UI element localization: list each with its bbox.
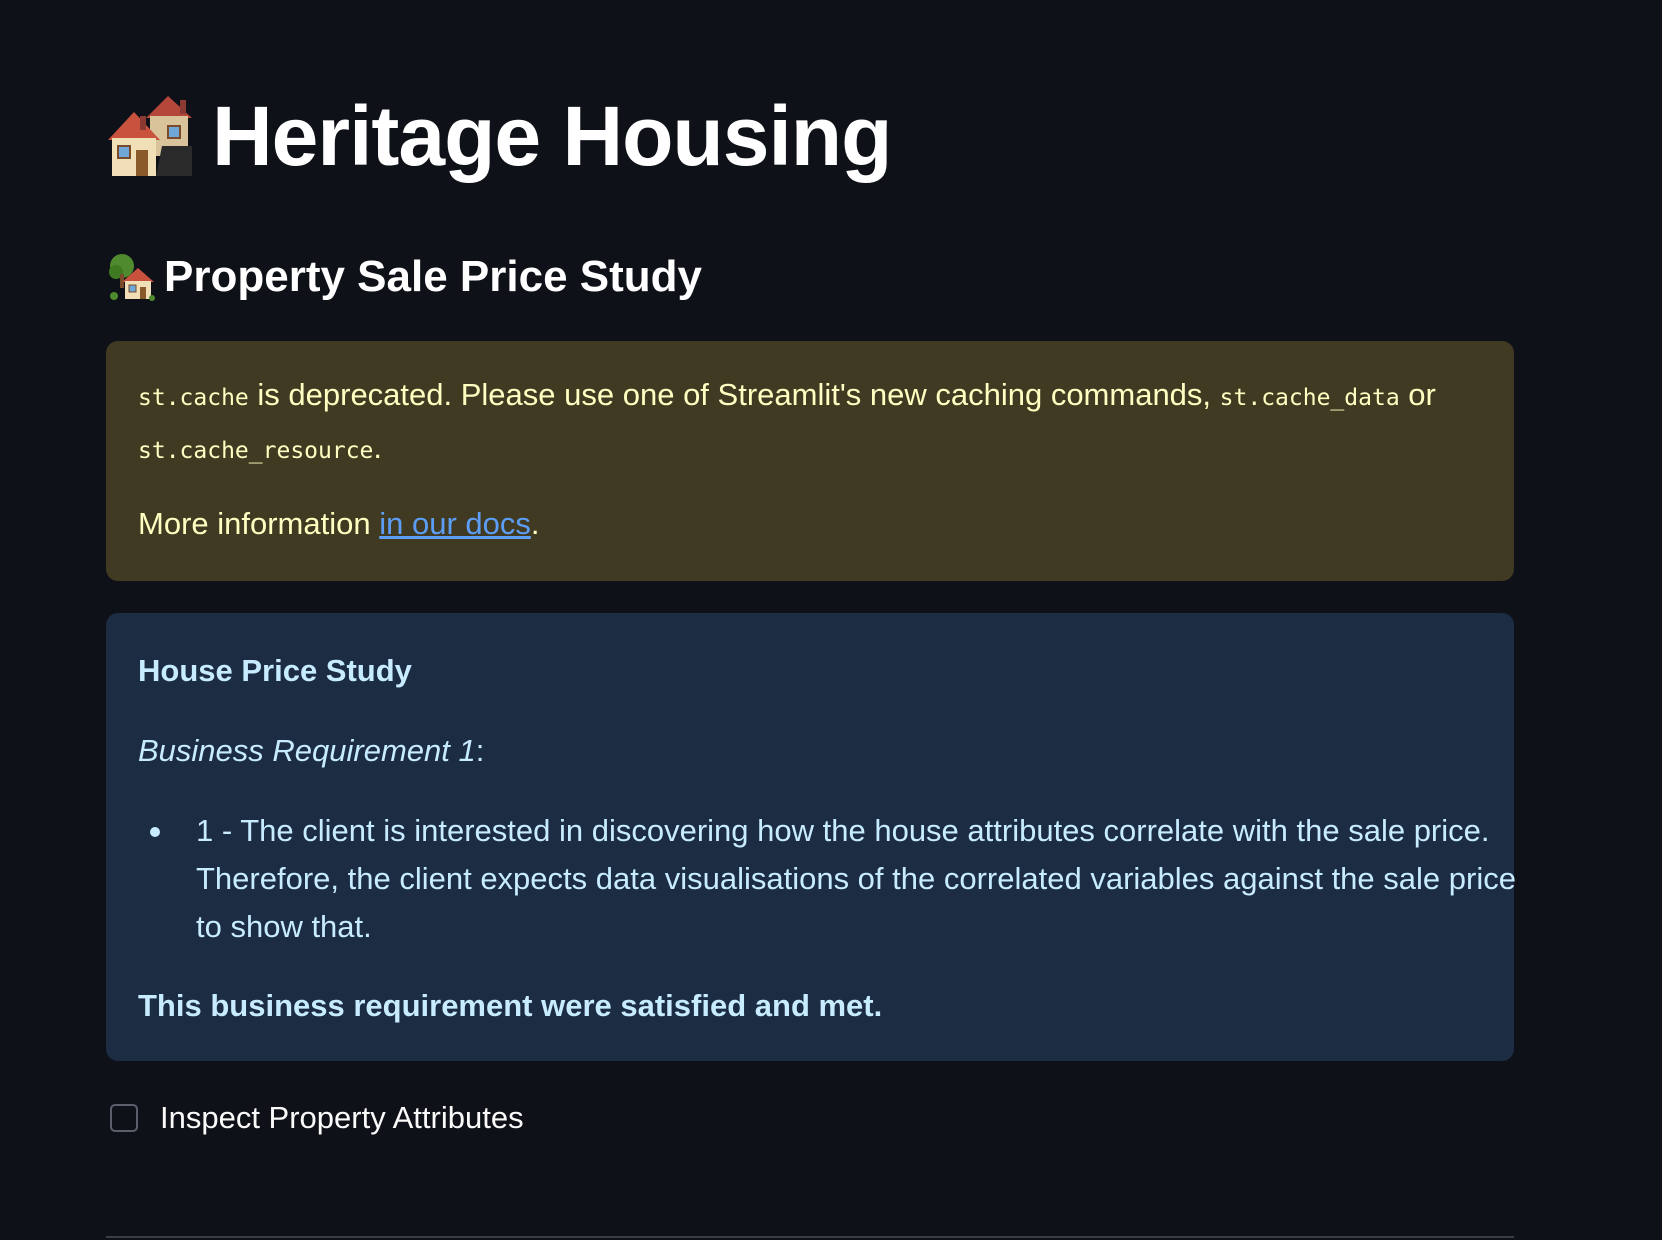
code-st-cache-data: st.cache_data <box>1219 385 1400 411</box>
info-heading: House Price Study <box>138 653 412 688</box>
business-requirement-label: Business Requirement 1: <box>138 727 484 775</box>
requirement-label-text: Business Requirement 1 <box>138 733 476 768</box>
page-title-text: Heritage Housing <box>212 89 892 183</box>
house-with-garden-icon <box>109 254 155 301</box>
bullet-line-1: 1 - The client is interested in discover… <box>196 813 1490 848</box>
more-info-text: More information <box>138 506 380 541</box>
deprecation-warning-alert: st.cache is deprecated. Please use one o… <box>106 341 1514 581</box>
checkbox-label: Inspect Property Attributes <box>160 1100 524 1135</box>
warning-line-2: st.cache_resource. <box>138 429 382 466</box>
docs-link[interactable]: in our docs <box>379 506 531 541</box>
houses-icon <box>108 96 192 176</box>
warning-text-period: . <box>373 430 383 465</box>
bullet-line-2: Therefore, the client expects data visua… <box>196 861 1516 896</box>
page-subtitle-text: Property Sale Price Study <box>164 252 702 301</box>
streamlit-app: Heritage Housing Property Sale Price Stu… <box>0 0 1662 1240</box>
warning-more-info: More information in our docs. <box>138 505 539 542</box>
requirement-status: This business requirement were satisfied… <box>138 988 883 1023</box>
business-requirement-info-alert: House Price Study Business Requirement 1… <box>106 613 1516 1061</box>
checkbox-box[interactable] <box>110 1104 138 1132</box>
warning-text-or: or <box>1399 377 1436 412</box>
page-title: Heritage Housing <box>106 89 892 183</box>
page-subtitle: Property Sale Price Study <box>106 252 702 302</box>
requirement-bullet: 1 - The client is interested in discover… <box>196 807 1516 951</box>
more-info-end: . <box>530 506 540 541</box>
requirement-colon: : <box>475 733 485 768</box>
code-st-cache-resource: st.cache_resource <box>138 438 374 464</box>
bullet-line-3: to show that. <box>196 909 372 944</box>
inspect-attributes-checkbox[interactable]: Inspect Property Attributes <box>110 1100 524 1136</box>
warning-text-deprecated: is deprecated. Please use one of Streaml… <box>248 377 1220 412</box>
divider <box>106 1236 1514 1238</box>
warning-line-1: st.cache is deprecated. Please use one o… <box>138 376 1436 413</box>
code-st-cache: st.cache <box>138 385 249 411</box>
bullet-dot <box>150 827 160 837</box>
